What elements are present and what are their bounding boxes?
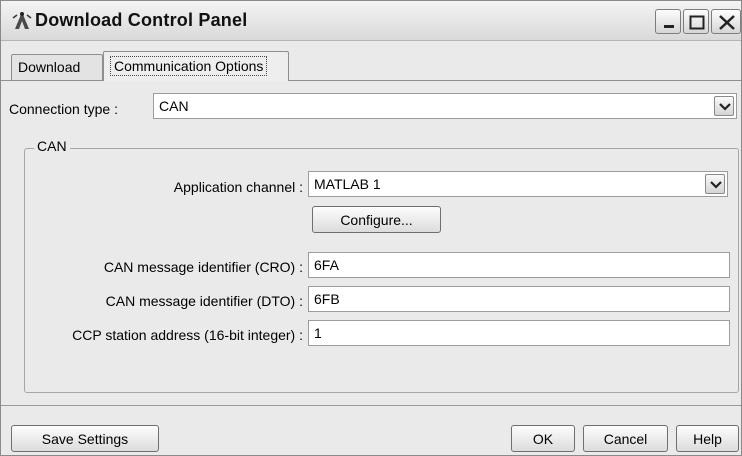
cancel-button[interactable]: Cancel (583, 425, 668, 452)
maximize-button[interactable] (683, 9, 709, 34)
tab-communication-options[interactable]: Communication Options (103, 51, 289, 81)
dto-identifier-label: CAN message identifier (DTO) : (105, 293, 303, 309)
save-settings-button[interactable]: Save Settings (11, 425, 159, 452)
application-channel-select[interactable]: MATLAB 1 (308, 171, 728, 197)
application-channel-value: MATLAB 1 (314, 176, 381, 192)
configure-button[interactable]: Configure... (312, 206, 441, 233)
tab-download-label: Download (18, 59, 81, 75)
minimize-button[interactable] (655, 9, 681, 34)
ccp-station-address-input[interactable]: 1 (308, 320, 730, 346)
chevron-down-icon (710, 181, 722, 189)
help-button[interactable]: Help (676, 425, 739, 452)
connection-type-dropdown-button[interactable] (714, 96, 734, 116)
close-icon (719, 15, 735, 30)
connection-type-value: CAN (159, 98, 189, 114)
maximize-icon (689, 15, 705, 30)
tab-communication-options-label: Communication Options (110, 56, 268, 76)
cro-identifier-label: CAN message identifier (CRO) : (103, 259, 303, 275)
title-bar[interactable]: Download Control Panel (1, 1, 741, 41)
connection-type-select[interactable]: CAN (153, 93, 737, 119)
footer-divider (1, 405, 741, 406)
window-title: Download Control Panel (35, 10, 248, 30)
tab-strip: Download Communication Options (1, 41, 741, 81)
chevron-down-icon (719, 103, 731, 111)
antenna-icon (11, 11, 33, 31)
close-button[interactable] (711, 9, 741, 34)
ok-button[interactable]: OK (511, 425, 575, 452)
minimize-icon (664, 25, 674, 28)
can-group-title: CAN (34, 138, 70, 154)
connection-type-label: Connection type : (9, 101, 118, 117)
application-channel-label: Application channel : (173, 179, 303, 195)
download-control-panel-window: Download Control Panel Download Communic… (0, 0, 742, 456)
ccp-station-address-label: CCP station address (16-bit integer) : (72, 327, 303, 343)
cro-identifier-input[interactable]: 6FA (308, 252, 730, 278)
dto-identifier-input[interactable]: 6FB (308, 286, 730, 312)
tab-download[interactable]: Download (11, 54, 103, 80)
application-channel-dropdown-button[interactable] (705, 174, 725, 194)
